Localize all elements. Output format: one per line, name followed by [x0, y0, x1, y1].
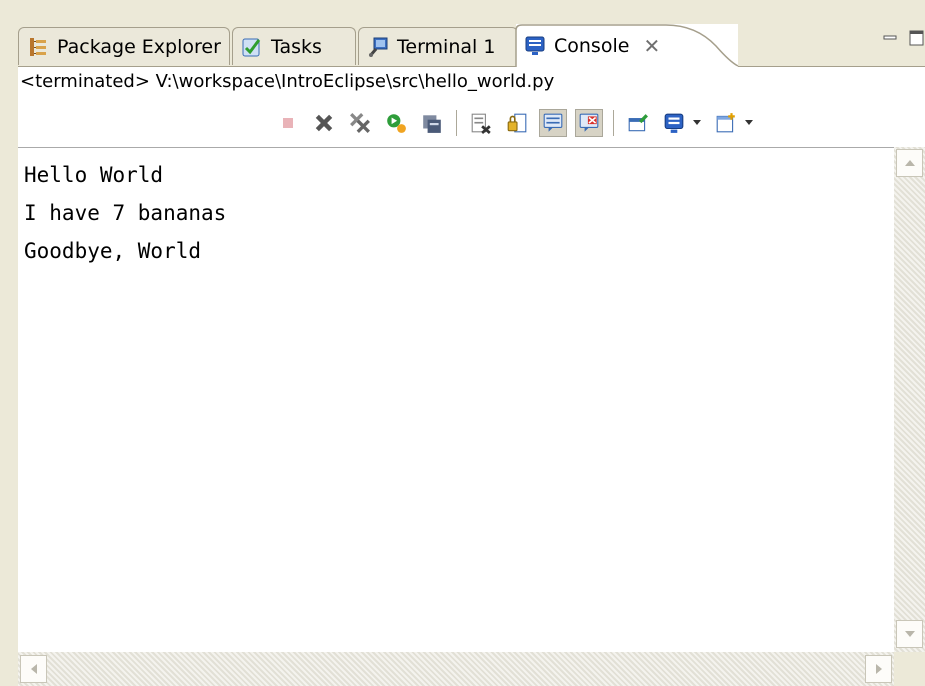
show-console-on-stdout-icon[interactable] — [539, 109, 567, 137]
tab-tasks[interactable]: Tasks — [232, 27, 356, 65]
new-console-icon[interactable] — [712, 109, 740, 137]
toolbar-separator — [456, 110, 457, 136]
terminate-icon[interactable] — [274, 109, 302, 137]
console-line: I have 7 bananas — [24, 201, 227, 225]
package-explorer-icon — [30, 37, 46, 56]
console-toolbar — [270, 107, 760, 139]
tab-package-explorer[interactable]: Package Explorer — [18, 27, 230, 65]
scrollbar-corner — [894, 652, 925, 686]
scroll-down-button[interactable] — [896, 620, 923, 648]
open-console-icon[interactable] — [624, 109, 652, 137]
close-tab-icon[interactable]: ✕ — [643, 36, 660, 56]
tasks-icon — [242, 38, 261, 56]
console-output[interactable]: Hello World I have 7 bananas Goodbye, Wo… — [18, 147, 894, 652]
process-label: <terminated> V:\workspace\IntroEclipse\s… — [20, 71, 555, 92]
terminal-icon — [368, 37, 388, 57]
console-view: Package Explorer Tasks Terminal 1 Consol… — [0, 0, 925, 686]
remove-all-terminated-icon[interactable] — [346, 109, 374, 137]
tab-label: Package Explorer — [57, 35, 221, 58]
window-controls — [883, 30, 925, 46]
console-icon — [525, 36, 545, 55]
toolbar-separator — [613, 110, 614, 136]
arrow-right-icon — [875, 664, 882, 674]
horizontal-scrollbar[interactable] — [18, 652, 894, 686]
show-console-on-stderr-icon[interactable] — [575, 109, 603, 137]
tab-label: Console — [554, 34, 630, 57]
chevron-down-icon[interactable] — [692, 109, 702, 137]
console-line: Hello World — [24, 163, 164, 187]
tab-console[interactable]: Console ✕ — [515, 24, 739, 67]
arrow-down-icon — [904, 631, 915, 637]
clear-console-icon[interactable] — [418, 109, 446, 137]
scroll-lock-icon[interactable] — [467, 109, 495, 137]
minimize-icon[interactable] — [883, 30, 899, 46]
relaunch-icon[interactable] — [382, 109, 410, 137]
maximize-icon[interactable] — [909, 30, 925, 46]
arrow-left-icon — [30, 664, 37, 674]
scroll-right-button[interactable] — [865, 655, 892, 683]
console-line: Goodbye, World — [24, 239, 202, 263]
scroll-up-button[interactable] — [896, 149, 923, 177]
console-header: <terminated> V:\workspace\IntroEclipse\s… — [18, 67, 925, 147]
pin-console-icon[interactable] — [503, 109, 531, 137]
tab-terminal[interactable]: Terminal 1 — [358, 27, 518, 65]
vertical-scrollbar[interactable] — [894, 147, 925, 652]
view-top-rim — [0, 0, 925, 24]
display-selected-console-icon[interactable] — [660, 109, 688, 137]
scroll-left-button[interactable] — [20, 655, 47, 683]
view-tab-strip: Package Explorer Tasks Terminal 1 Consol… — [18, 22, 925, 67]
arrow-up-icon — [904, 160, 915, 166]
chevron-down-icon[interactable] — [744, 109, 754, 137]
tab-label: Terminal 1 — [397, 35, 496, 58]
remove-launch-icon[interactable] — [310, 109, 338, 137]
tab-label: Tasks — [271, 35, 322, 58]
